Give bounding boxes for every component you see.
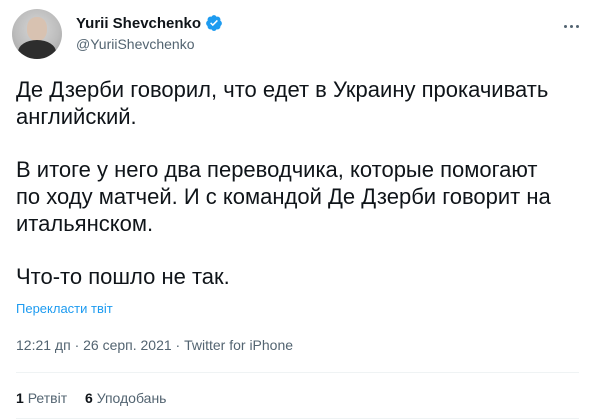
tweet-text: Де Дзерби говорил, что едет в Украину пр… <box>16 76 581 316</box>
divider <box>16 372 579 373</box>
tweet-timestamp[interactable]: 12:21 дп · 26 серп. 2021 · Twitter for i… <box>16 337 293 353</box>
avatar[interactable] <box>12 9 62 59</box>
more-dots-icon[interactable] <box>558 15 584 37</box>
dot <box>563 24 567 28</box>
verified-badge-icon <box>206 15 222 31</box>
divider <box>16 418 579 419</box>
tweet-line: английский. <box>16 104 137 129</box>
likes-label: Уподобань <box>96 390 167 406</box>
avatar-body <box>18 40 56 59</box>
tweet-paragraph: Де Дзерби говорил, что едет в Украину пр… <box>16 76 581 130</box>
tweet-line: В итоге у него два переводчика, которые … <box>16 157 538 182</box>
tweet-line: итальянском. <box>16 211 154 236</box>
display-name[interactable]: Yurii Shevchenko <box>76 15 201 32</box>
tweet-paragraph: Что-то пошло не так. <box>16 263 581 290</box>
tweet-paragraph: В итоге у него два переводчика, которые … <box>16 156 581 237</box>
retweets-count: 1 <box>16 390 24 406</box>
dot <box>575 24 579 28</box>
user-header: Yurii Shevchenko @YuriiShevchenko <box>76 14 223 52</box>
avatar-head <box>27 17 47 41</box>
tweet-line: Что-то пошло не так. <box>16 264 230 289</box>
user-handle[interactable]: @YuriiShevchenko <box>76 36 223 52</box>
retweets-stat[interactable]: 1 Ретвіт <box>16 390 67 406</box>
tweet-line: Де Дзерби говорил, что едет в Украину пр… <box>16 77 549 102</box>
likes-stat[interactable]: 6 Уподобань <box>85 390 166 406</box>
retweets-label: Ретвіт <box>27 390 68 406</box>
tweet-stats: 1 Ретвіт 6 Уподобань <box>16 390 180 406</box>
translate-tweet-link[interactable]: Перекласти твіт <box>16 301 113 316</box>
likes-count: 6 <box>85 390 93 406</box>
dot <box>569 24 573 28</box>
tweet-line: по ходу матчей. И с командой Де Дзерби г… <box>16 184 551 209</box>
name-row: Yurii Shevchenko <box>76 14 223 32</box>
